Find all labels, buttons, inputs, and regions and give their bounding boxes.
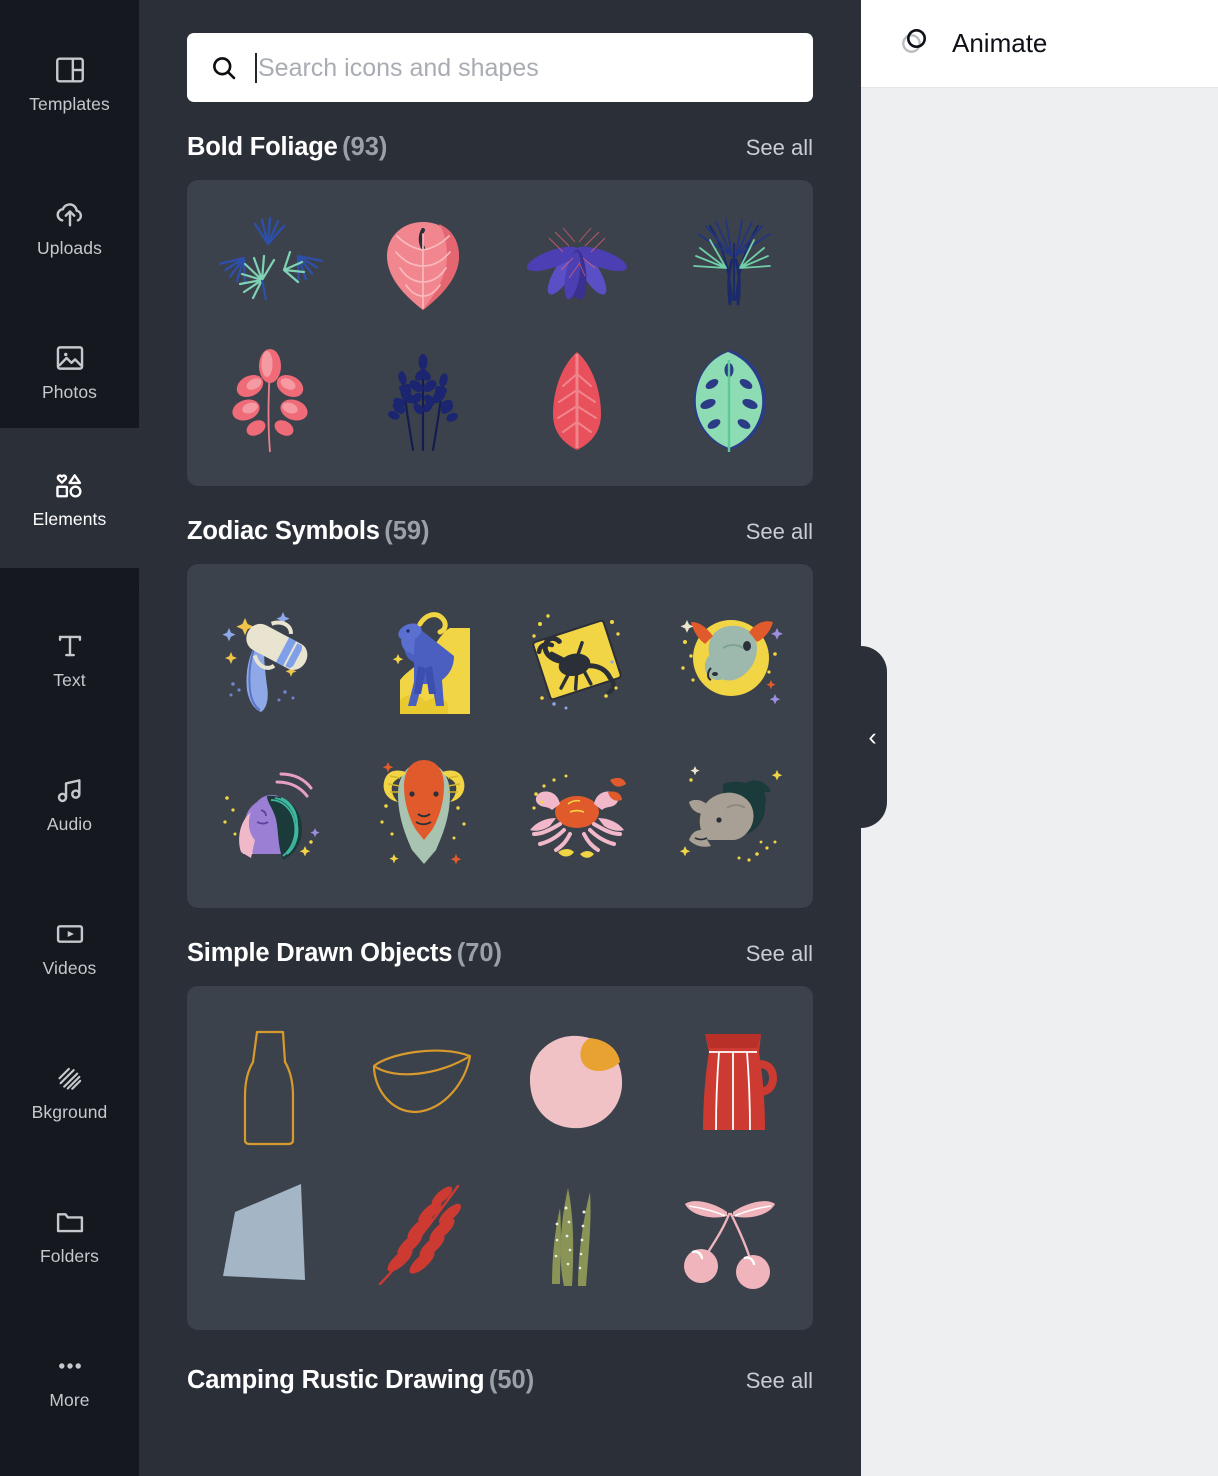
search-area: [187, 0, 813, 102]
sidebar-item-uploads[interactable]: Uploads: [0, 172, 139, 282]
rail-shoulder-bottom: [0, 568, 139, 590]
sidebar-item-elements[interactable]: Elements: [0, 443, 139, 553]
animate-button[interactable]: Animate: [895, 21, 1047, 66]
ellipsis-icon: [53, 1349, 87, 1383]
sidebar-item-more[interactable]: More: [0, 1324, 139, 1434]
element-tile[interactable]: [654, 332, 808, 468]
text-icon: [53, 629, 87, 663]
element-tile[interactable]: [500, 1008, 654, 1158]
sidebar-item-label: Audio: [46, 813, 93, 834]
section-title: Camping Rustic Drawing: [187, 1366, 485, 1394]
element-tile[interactable]: [654, 736, 808, 886]
element-tile[interactable]: [347, 196, 501, 332]
element-tile[interactable]: [654, 1008, 808, 1158]
element-tile[interactable]: [500, 196, 654, 332]
top-toolbar: Animate: [861, 0, 1218, 88]
section-title: Simple Drawn Objects: [187, 939, 453, 967]
section-header-camping-rustic-drawing: Camping Rustic Drawing (50) See all: [187, 1366, 813, 1395]
search-box[interactable]: [187, 33, 813, 102]
element-tile[interactable]: [500, 1158, 654, 1308]
sidebar-item-label: Text: [53, 669, 86, 690]
see-all-link[interactable]: See all: [746, 519, 813, 545]
section-grid-simple-drawn-objects: [187, 986, 813, 1330]
element-tile[interactable]: [193, 1158, 347, 1308]
section-count: (59): [384, 517, 430, 545]
image-icon: [53, 341, 87, 375]
panel-collapse-handle[interactable]: ‹: [861, 646, 887, 828]
element-tile[interactable]: [347, 586, 501, 736]
section-count: (70): [456, 939, 503, 967]
sidebar-item-label: Folders: [39, 1245, 100, 1266]
elements-panel: Bold Foliage (93) See all: [139, 0, 861, 1476]
element-tile[interactable]: [654, 1158, 808, 1308]
element-tile[interactable]: [193, 1008, 347, 1158]
search-input[interactable]: [258, 47, 793, 88]
element-tile[interactable]: [500, 332, 654, 468]
sidebar-item-videos[interactable]: Videos: [0, 892, 139, 1002]
section-header-zodiac-symbols: Zodiac Symbols (59) See all: [187, 517, 813, 546]
sidebar-item-label: More: [49, 1389, 90, 1410]
see-all-link[interactable]: See all: [746, 135, 813, 161]
folder-icon: [53, 1205, 87, 1239]
text-cursor: [255, 52, 257, 83]
sidebar-item-folders[interactable]: Folders: [0, 1180, 139, 1290]
shapes-icon: [53, 468, 87, 502]
sidebar-item-photos[interactable]: Photos: [0, 316, 139, 426]
section-count: (93): [342, 133, 388, 161]
element-tile[interactable]: [500, 586, 654, 736]
element-tile[interactable]: [347, 736, 501, 886]
section-title: Bold Foliage: [187, 133, 338, 161]
element-tile[interactable]: [500, 736, 654, 886]
chevron-left-icon: ‹: [868, 722, 877, 751]
music-note-icon: [53, 773, 87, 807]
section-grid-zodiac-symbols: [187, 564, 813, 908]
element-tile[interactable]: [347, 1008, 501, 1158]
animate-label: Animate: [952, 28, 1048, 58]
section-header-bold-foliage: Bold Foliage (93) See all: [187, 133, 813, 162]
section-title: Zodiac Symbols: [187, 517, 380, 545]
sidebar-item-bkground[interactable]: Bkground: [0, 1036, 139, 1146]
templates-icon: [53, 53, 87, 87]
sidebar-item-label: Bkground: [31, 1101, 108, 1122]
element-tile[interactable]: [193, 586, 347, 736]
video-icon: [53, 917, 87, 951]
hatch-pattern-icon: [53, 1061, 87, 1095]
section-grid-bold-foliage: [187, 180, 813, 486]
overlapping-circles-icon: [895, 21, 935, 66]
element-tile[interactable]: [347, 332, 501, 468]
see-all-link[interactable]: See all: [746, 941, 813, 967]
element-tile[interactable]: [347, 1158, 501, 1308]
section-count: (50): [488, 1366, 535, 1394]
canvas-area: Animate: [861, 0, 1218, 1476]
element-tile[interactable]: [193, 332, 347, 468]
sidebar-item-label: Videos: [42, 957, 97, 978]
sidebar-item-text[interactable]: Text: [0, 604, 139, 714]
section-header-simple-drawn-objects: Simple Drawn Objects (70) See all: [187, 939, 813, 968]
elements-panel-scroll[interactable]: Bold Foliage (93) See all: [139, 0, 861, 1395]
sidebar-item-label: Elements: [32, 508, 107, 529]
sidebar-item-label: Templates: [29, 93, 110, 114]
element-tile[interactable]: [654, 196, 808, 332]
element-tile[interactable]: [193, 736, 347, 886]
element-tile[interactable]: [654, 586, 808, 736]
sidebar-item-audio[interactable]: Audio: [0, 748, 139, 858]
see-all-link[interactable]: See all: [746, 1368, 813, 1394]
left-rail: Templates Uploads Photos Elements Text A…: [0, 0, 139, 1476]
canva-editor-window: Templates Uploads Photos Elements Text A…: [0, 0, 1218, 1476]
sidebar-item-templates[interactable]: Templates: [0, 28, 139, 138]
sidebar-item-label: Uploads: [37, 237, 102, 258]
search-icon: [209, 53, 239, 83]
sidebar-item-label: Photos: [41, 381, 98, 402]
element-tile[interactable]: [193, 196, 347, 332]
upload-cloud-icon: [53, 197, 87, 231]
